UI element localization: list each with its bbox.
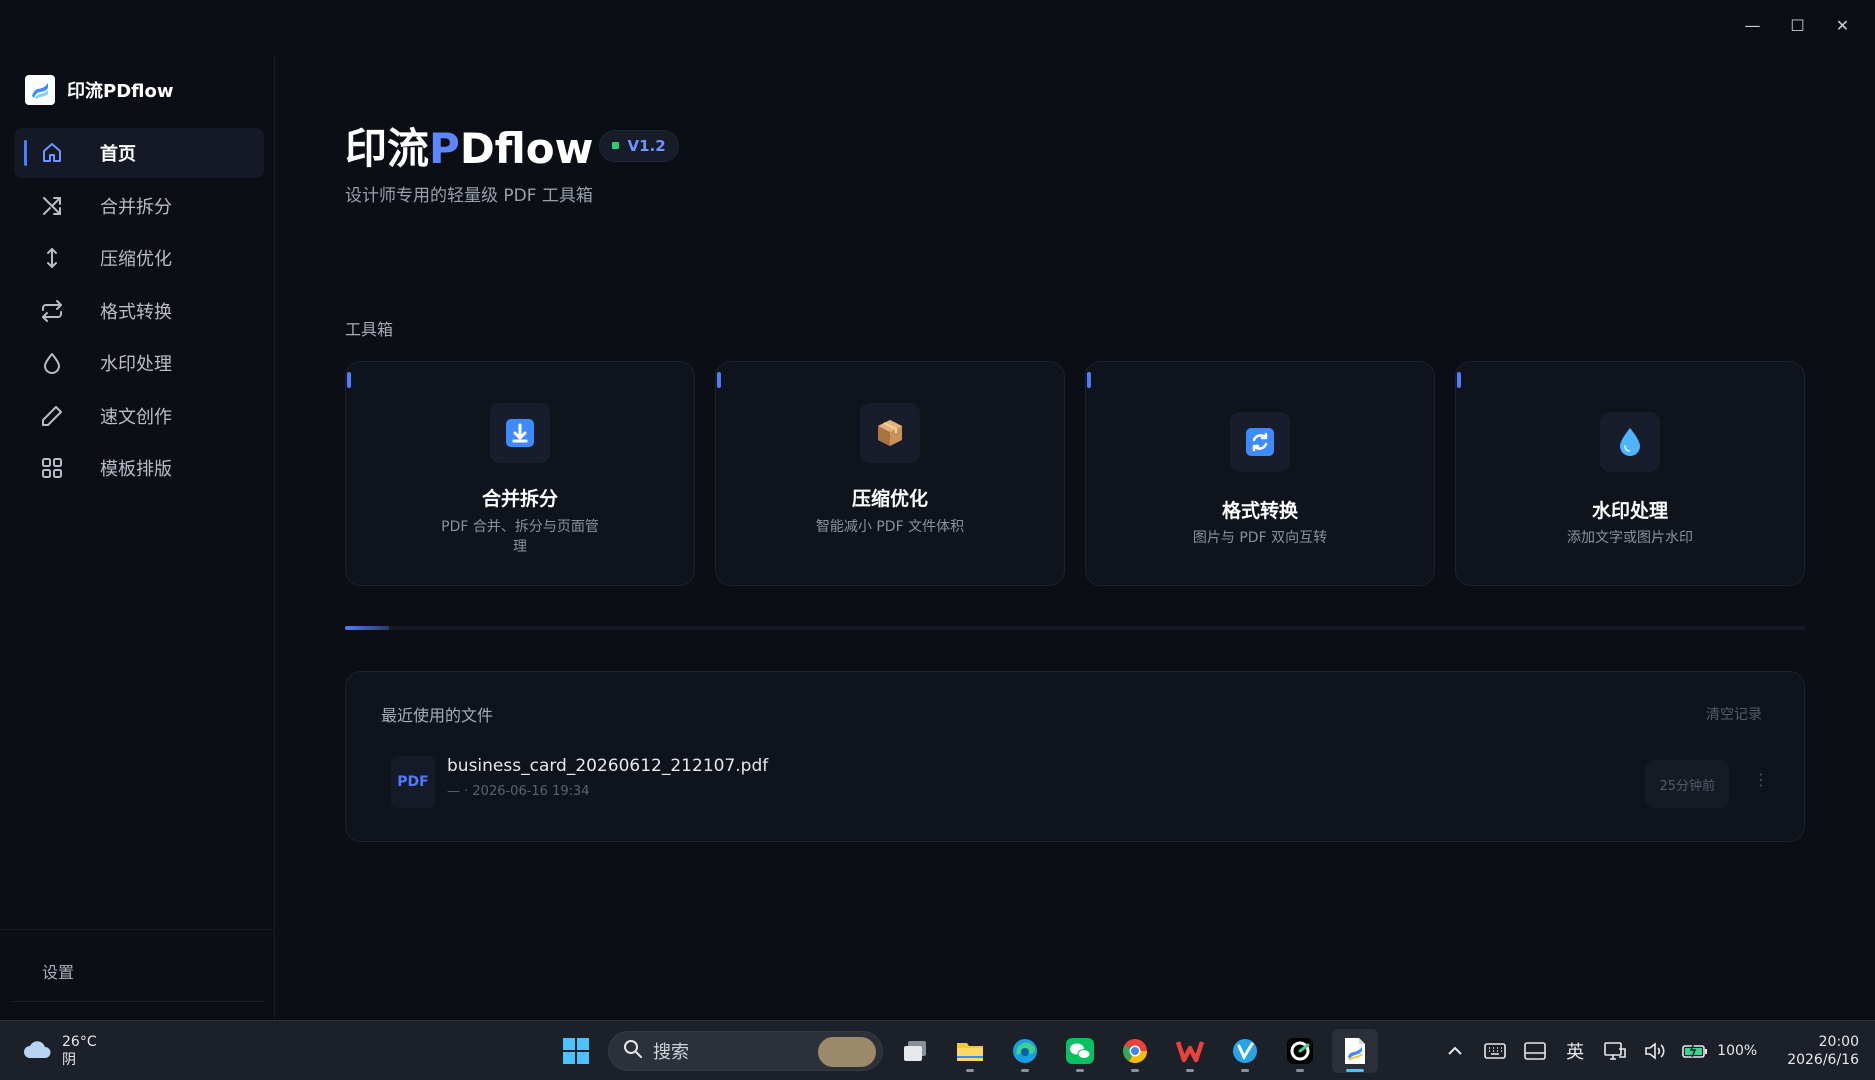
tool-card-compress[interactable]: 压缩优化 智能减小 PDF 文件体积 xyxy=(715,361,1065,586)
card-title: 水印处理 xyxy=(1591,500,1668,522)
taskbar: 26°C 阴 搜索 英 100% 20:00 2026/6/16 xyxy=(0,1020,1875,1080)
battery-icon[interactable] xyxy=(1675,1031,1715,1071)
input-language-indicator[interactable]: 英 xyxy=(1555,1031,1595,1071)
network-icon[interactable] xyxy=(1595,1031,1635,1071)
weather-condition: 阴 xyxy=(62,1052,76,1068)
file-name: business_card_20260612_212107.pdf xyxy=(447,756,769,776)
file-explorer-icon[interactable] xyxy=(947,1029,993,1073)
wps-office-icon[interactable] xyxy=(1167,1029,1213,1073)
shuffle-icon xyxy=(38,192,66,220)
card-description: 智能减小 PDF 文件体积 xyxy=(815,519,965,535)
tool-card-convert[interactable]: 格式转换 图片与 PDF 双向互转 xyxy=(1085,361,1435,586)
system-tray: 英 100% 20:00 2026/6/16 xyxy=(1435,1021,1875,1080)
chrome-icon[interactable] xyxy=(1112,1029,1158,1073)
search-highlight-image xyxy=(818,1037,876,1067)
updown-arrow-icon xyxy=(38,244,66,272)
weather-widget[interactable]: 26°C 阴 xyxy=(22,1033,97,1069)
card-description: 图片与 PDF 双向互转 xyxy=(1192,530,1328,546)
sidebar: 印流PDflow 首页 合并拆分 压缩优化 格式转换 水印处理 速文创作 模板排… xyxy=(0,55,275,1020)
pdf-file-icon: PDF xyxy=(391,756,435,808)
recent-files-panel: 最近使用的文件 清空记录 PDF business_card_20260612_… xyxy=(345,671,1805,842)
divider xyxy=(12,1001,264,1002)
list-item[interactable]: PDF business_card_20260612_212107.pdf — … xyxy=(391,756,1771,808)
close-button[interactable]: ✕ xyxy=(1820,10,1865,40)
pdflow-app-icon[interactable] xyxy=(1332,1029,1378,1073)
sidebar-item-merge-split[interactable]: 合并拆分 xyxy=(14,181,264,231)
card-description: PDF 合并、拆分与页面管理 xyxy=(441,519,599,555)
task-view-icon[interactable] xyxy=(892,1029,938,1073)
sidebar-item-home[interactable]: 首页 xyxy=(14,128,264,178)
version-badge: V1.2 xyxy=(599,129,679,162)
sidebar-item-label: 首页 xyxy=(100,144,136,165)
sidebar-item-watermark[interactable]: 水印处理 xyxy=(14,338,264,388)
app-logo-icon xyxy=(25,75,55,105)
app-v-icon[interactable] xyxy=(1222,1029,1268,1073)
volume-icon[interactable] xyxy=(1635,1031,1675,1071)
card-title: 合并拆分 xyxy=(481,488,558,510)
taskbar-apps: 搜索 xyxy=(553,1029,1378,1073)
tablet-mode-icon[interactable] xyxy=(1515,1031,1555,1071)
sidebar-item-compress[interactable]: 压缩优化 xyxy=(14,233,264,283)
weather-temp: 26°C xyxy=(62,1034,97,1050)
clear-history-button[interactable]: 清空记录 xyxy=(1706,704,1762,724)
toolbox-label: 工具箱 xyxy=(345,320,394,339)
divider xyxy=(0,929,275,930)
tool-card-merge-split[interactable]: 合并拆分 PDF 合并、拆分与页面管理 xyxy=(345,361,695,586)
repeat-icon xyxy=(38,297,66,325)
toolbox-cards: 合并拆分 PDF 合并、拆分与页面管理 压缩优化 智能减小 PDF 文件体积 格… xyxy=(345,361,1805,586)
keyboard-icon[interactable] xyxy=(1475,1031,1515,1071)
home-icon xyxy=(38,139,66,167)
sidebar-item-label: 模板排版 xyxy=(100,459,172,480)
maximize-button[interactable]: ☐ xyxy=(1775,10,1820,40)
card-title: 压缩优化 xyxy=(851,488,928,510)
clock-time: 20:00 xyxy=(1818,1034,1859,1050)
package-icon xyxy=(860,403,920,463)
edge-browser-icon[interactable] xyxy=(1002,1029,1048,1073)
refresh-icon xyxy=(1230,412,1290,472)
card-description: 添加文字或图片水印 xyxy=(1567,530,1693,546)
status-dot-icon xyxy=(612,142,620,149)
file-time-badge: 25分钟前 xyxy=(1645,760,1729,808)
taskbar-search[interactable]: 搜索 xyxy=(608,1031,883,1071)
sidebar-item-label: 水印处理 xyxy=(100,354,172,375)
brand-name: 印流PDflow xyxy=(67,81,174,102)
clock-date: 2026/6/16 xyxy=(1787,1052,1859,1068)
tool-card-watermark[interactable]: 水印处理 添加文字或图片水印 xyxy=(1455,361,1805,586)
settings-button[interactable]: 设置 xyxy=(42,959,74,983)
wechat-icon[interactable] xyxy=(1057,1029,1103,1073)
app-c-icon[interactable] xyxy=(1277,1029,1323,1073)
sidebar-item-label: 压缩优化 xyxy=(100,249,172,270)
window-controls: — ☐ ✕ xyxy=(1730,10,1865,40)
file-meta: — · 2026-06-16 19:34 xyxy=(447,784,590,799)
page-header: 印流PDflow V1.2 xyxy=(345,115,679,176)
recent-files-title: 最近使用的文件 xyxy=(381,706,494,725)
minimize-button[interactable]: — xyxy=(1730,10,1775,40)
progress-bar xyxy=(345,626,1805,630)
download-box-icon xyxy=(490,403,550,463)
sidebar-item-label: 格式转换 xyxy=(100,301,172,323)
battery-percent: 100% xyxy=(1717,1043,1758,1059)
sidebar-item-label: 速文创作 xyxy=(100,406,172,428)
cloud-icon xyxy=(22,1038,52,1064)
pencil-icon xyxy=(38,402,66,430)
start-button[interactable] xyxy=(553,1029,599,1073)
chevron-up-icon[interactable] xyxy=(1435,1031,1475,1071)
grid-icon xyxy=(38,454,66,482)
sidebar-item-convert[interactable]: 格式转换 xyxy=(14,286,264,336)
sidebar-item-label: 合并拆分 xyxy=(100,196,172,218)
progress-fill xyxy=(345,626,389,630)
droplet-icon xyxy=(1600,412,1660,472)
sidebar-item-writing[interactable]: 速文创作 xyxy=(14,391,264,441)
taskbar-clock[interactable]: 20:00 2026/6/16 xyxy=(1787,1033,1859,1069)
more-options-button[interactable]: ⋮ xyxy=(1753,770,1769,789)
sidebar-item-templates[interactable]: 模板排版 xyxy=(14,443,264,493)
search-icon xyxy=(623,1039,643,1063)
page-subtitle: 设计师专用的轻量级 PDF 工具箱 xyxy=(345,186,593,206)
brand: 印流PDflow xyxy=(25,75,173,105)
page-title: 印流PDflow xyxy=(345,124,594,173)
sidebar-nav: 首页 合并拆分 压缩优化 格式转换 水印处理 速文创作 模板排版 xyxy=(14,128,264,496)
droplet-icon xyxy=(38,349,66,377)
card-title: 格式转换 xyxy=(1221,500,1298,522)
search-placeholder: 搜索 xyxy=(653,1042,689,1063)
